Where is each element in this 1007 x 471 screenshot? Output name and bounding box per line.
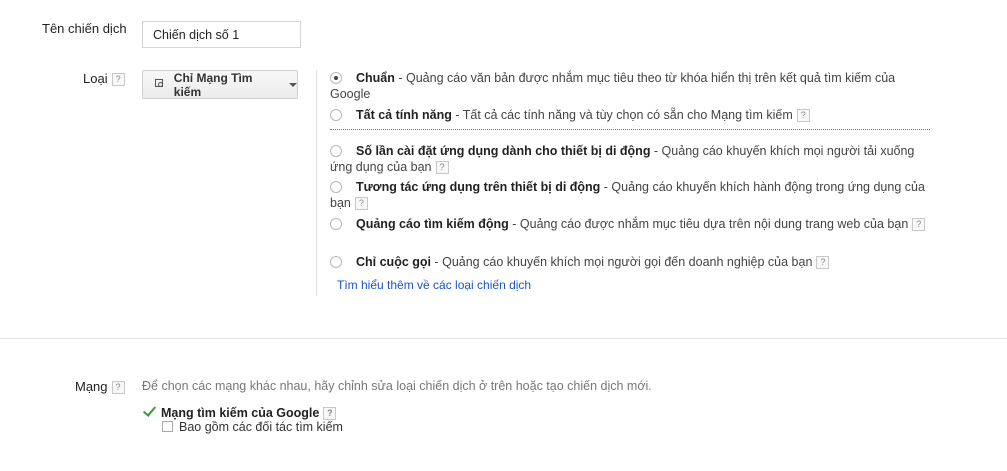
radio-dynamic-search[interactable]	[330, 218, 342, 230]
help-icon[interactable]: ?	[912, 218, 926, 231]
option-desc: - Tất cả các tính năng và tùy chọn có sẵ…	[451, 108, 793, 122]
type-option-app-engagement[interactable]: Tương tác ứng dụng trên thiết bị di động…	[330, 179, 930, 211]
type-option-dynamic-search[interactable]: Quảng cáo tìm kiếm động - Quảng cáo được…	[330, 216, 930, 232]
help-icon[interactable]: ?	[435, 161, 449, 174]
radio-app-engagement[interactable]	[330, 181, 342, 193]
selected-network-label: Mạng tìm kiếm của Google	[161, 406, 320, 420]
help-icon[interactable]: ?	[816, 256, 830, 269]
options-divider	[316, 70, 317, 296]
option-title: Chỉ cuộc gọi	[356, 255, 431, 269]
option-title: Quảng cáo tìm kiếm động	[356, 217, 509, 231]
network-note: Để chọn các mạng khác nhau, hãy chỉnh sử…	[142, 379, 652, 393]
help-icon[interactable]: ?	[796, 109, 810, 122]
type-option-call-only[interactable]: Chỉ cuộc gọi - Quảng cáo khuyến khích mọ…	[330, 254, 930, 270]
option-title: Tương tác ứng dụng trên thiết bị di động	[356, 180, 601, 194]
type-option-standard[interactable]: Chuẩn - Quảng cáo văn bản được nhắm mục …	[330, 70, 930, 102]
option-desc: - Quảng cáo được nhắm mục tiêu dựa trên …	[508, 217, 909, 231]
type-option-all-features[interactable]: Tất cả tính năng - Tất cả các tính năng …	[330, 107, 930, 123]
network-label: Mạng	[75, 379, 108, 394]
option-title: Số lần cài đặt ứng dụng dành cho thiết b…	[356, 144, 651, 158]
campaign-type-dropdown-label: Chỉ Mạng Tìm kiếm	[173, 70, 253, 99]
option-desc: - Quảng cáo văn bản được nhắm mục tiêu t…	[330, 71, 896, 101]
learn-more-link[interactable]: Tìm hiểu thêm về các loại chiến dịch	[337, 278, 531, 292]
search-network-icon	[155, 79, 166, 90]
search-partners-label: Bao gồm các đối tác tìm kiếm	[179, 420, 343, 434]
options-separator	[330, 129, 930, 130]
option-title: Tất cả tính năng	[356, 108, 452, 122]
radio-standard[interactable]	[330, 72, 342, 84]
campaign-type-dropdown[interactable]: Chỉ Mạng Tìm kiếm	[142, 70, 298, 99]
section-divider	[0, 338, 1007, 339]
checkmark-icon	[142, 403, 157, 417]
chevron-down-icon	[289, 82, 297, 87]
type-label-row: Loại?	[83, 71, 125, 86]
network-help-icon[interactable]: ?	[111, 381, 125, 394]
option-desc: - Quảng cáo khuyến khích mọi người gọi đ…	[431, 255, 813, 269]
search-partners-checkbox[interactable]	[162, 421, 173, 432]
type-label: Loại	[83, 71, 108, 86]
option-title: Chuẩn	[356, 71, 395, 85]
campaign-name-label: Tên chiến dịch	[42, 21, 127, 36]
selected-network: Mạng tìm kiếm của Google?	[142, 403, 337, 420]
network-label-row: Mạng?	[75, 379, 125, 394]
search-partners-option[interactable]: Bao gồm các đối tác tìm kiếm	[162, 420, 343, 434]
radio-call-only[interactable]	[330, 256, 342, 268]
campaign-name-input[interactable]	[142, 21, 301, 48]
type-option-app-installs[interactable]: Số lần cài đặt ứng dụng dành cho thiết b…	[330, 143, 930, 175]
help-icon[interactable]: ?	[323, 407, 337, 420]
radio-app-installs[interactable]	[330, 145, 342, 157]
help-icon[interactable]: ?	[354, 197, 368, 210]
radio-all-features[interactable]	[330, 109, 342, 121]
type-help-icon[interactable]: ?	[111, 73, 125, 86]
